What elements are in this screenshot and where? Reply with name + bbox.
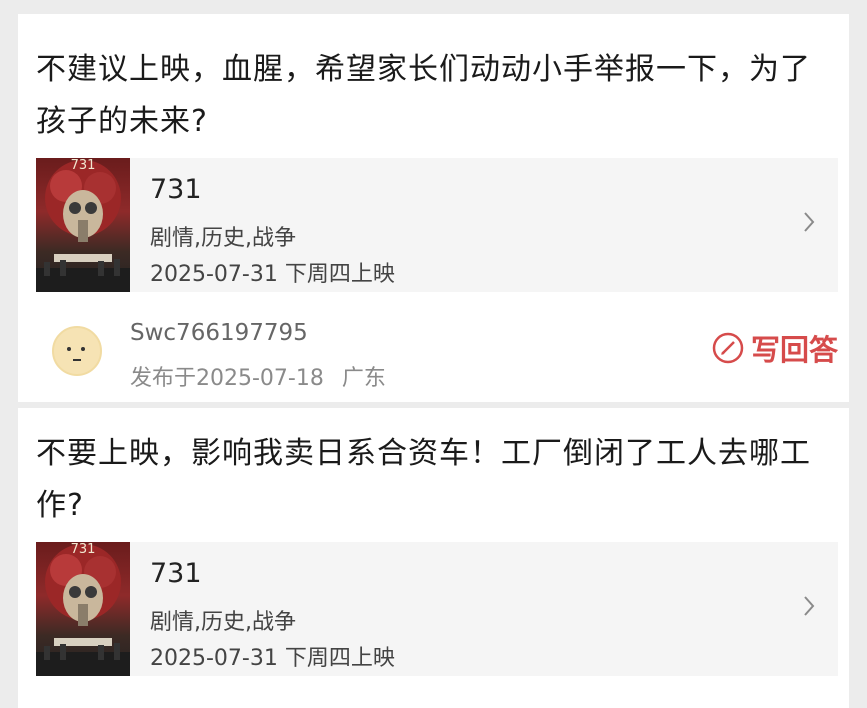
question-text[interactable]: 不建议上映，血腥，希望家长们动动小手举报一下，为了孩子的未来? bbox=[36, 44, 835, 148]
chevron-right-icon[interactable] bbox=[802, 594, 816, 625]
username[interactable]: Swc766197795 bbox=[130, 320, 308, 346]
post-card[interactable]: 不建议上映，血腥，希望家长们动动小手举报一下，为了孩子的未来? 731 731 bbox=[18, 14, 849, 402]
poster-art: 731 bbox=[36, 542, 130, 676]
pen-circle-icon bbox=[712, 332, 744, 364]
movie-poster: 731 bbox=[36, 158, 130, 292]
movie-card[interactable]: 731 731 剧情,历史,战争 2025-07-31 下周四上映 bbox=[36, 542, 838, 676]
posted-date: 发布于2025-07-18 bbox=[130, 366, 324, 391]
movie-release: 2025-07-31 下周四上映 bbox=[150, 646, 395, 671]
poster-title-text: 731 bbox=[71, 542, 96, 557]
question-text[interactable]: 不要上映，影响我卖日系合资车！工厂倒闭了工人去哪工作? bbox=[36, 428, 835, 532]
author-row: Swc766197795 发布于2025-07-18 广东 写回答 bbox=[36, 314, 838, 394]
movie-release: 2025-07-31 下周四上映 bbox=[150, 262, 395, 287]
post-meta: 发布于2025-07-18 广东 bbox=[130, 360, 386, 392]
avatar[interactable] bbox=[52, 326, 102, 376]
write-answer-label: 写回答 bbox=[750, 333, 838, 367]
poster-title-text: 731 bbox=[71, 158, 96, 173]
poster-art: 731 bbox=[36, 158, 130, 292]
movie-genre: 剧情,历史,战争 bbox=[150, 610, 296, 635]
write-answer-button[interactable]: 写回答 bbox=[711, 328, 838, 368]
movie-card[interactable]: 731 731 剧情,历史,战争 2025-07-31 下周四上映 bbox=[36, 158, 838, 292]
movie-genre: 剧情,历史,战争 bbox=[150, 226, 296, 251]
chevron-right-icon[interactable] bbox=[802, 210, 816, 241]
movie-title: 731 bbox=[150, 558, 202, 589]
post-location: 广东 bbox=[341, 366, 386, 391]
post-card[interactable]: 不要上映，影响我卖日系合资车！工厂倒闭了工人去哪工作? 731 731 剧情,历… bbox=[18, 408, 849, 708]
movie-title: 731 bbox=[150, 174, 202, 205]
movie-poster: 731 bbox=[36, 542, 130, 676]
